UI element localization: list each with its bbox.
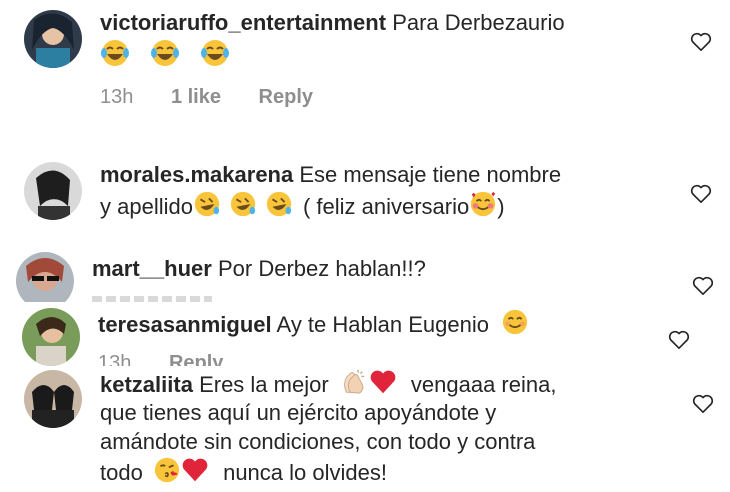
heart-outline-icon[interactable] <box>668 330 690 350</box>
avatar-teresasanmiguel[interactable] <box>22 308 80 366</box>
blowing-kiss-emoji <box>153 456 181 484</box>
rolling-laughing-emoji <box>193 190 221 218</box>
comment-text: ketzaliita Eres la mejor vengaaa reina, <box>100 368 556 400</box>
timestamp: 13h <box>98 352 132 366</box>
heart-outline-icon[interactable] <box>692 394 714 414</box>
laughing-tears-emoji <box>100 38 130 68</box>
rolling-laughing-emoji <box>229 190 257 218</box>
reply-button[interactable]: Reply <box>259 86 313 108</box>
timestamp: 13h <box>100 86 134 108</box>
laughing-tears-emoji <box>200 38 230 68</box>
username[interactable]: teresasanmiguel <box>98 312 272 337</box>
comment-text-line: que tienes aquí un ejército apoyándote y <box>100 400 497 425</box>
avatar-ketzaliita[interactable] <box>24 370 82 428</box>
comment-text-line: todo nunca lo olvides! <box>100 456 387 488</box>
comment-clipped: mart__huer Por Derbez hablan!!? <box>0 246 730 302</box>
comment-clipped: teresasanmiguel Ay te Hablan Eugenio 13h… <box>0 300 730 366</box>
comment-body: Ay te Hablan Eugenio <box>276 312 489 337</box>
username[interactable]: ketzaliita <box>100 372 193 397</box>
comment-text: mart__huer Por Derbez hablan!!? <box>92 254 426 284</box>
red-heart-emoji <box>369 368 397 396</box>
likes-count[interactable]: 1 like <box>171 86 221 108</box>
comment-body: nunca lo olvides! <box>223 460 387 485</box>
comment-text: teresasanmiguel Ay te Hablan Eugenio <box>98 308 529 340</box>
comment-body: y apellido <box>100 194 193 219</box>
heart-outline-icon[interactable] <box>690 32 712 52</box>
avatar-morales-makarena[interactable] <box>24 162 82 220</box>
username[interactable]: victoriaruffo_entertainment <box>100 10 386 35</box>
laughing-tears-emoji <box>150 38 180 68</box>
comment-body: Por Derbez hablan!!? <box>217 256 426 281</box>
comment-body: ( feliz aniversario <box>302 194 470 219</box>
comment-body: Para Derbezaurio <box>392 10 565 35</box>
avatar-victoriaruffo[interactable] <box>24 10 82 68</box>
heart-outline-icon[interactable] <box>690 184 712 204</box>
reply-button[interactable]: Reply <box>169 352 223 366</box>
comment-text: victoriaruffo_entertainment Para Derbeza… <box>100 8 565 38</box>
comment-body: vengaaa reina, <box>410 372 557 397</box>
username[interactable]: morales.makarena <box>100 162 293 187</box>
comment-text-line: amándote sin condiciones, con todo y con… <box>100 429 536 454</box>
comment-body: todo <box>100 460 143 485</box>
heart-outline-icon[interactable] <box>692 276 714 296</box>
username[interactable]: mart__huer <box>92 256 212 281</box>
comment-meta: 13h Reply <box>98 352 255 366</box>
comment-body: Eres la mejor <box>199 372 329 397</box>
comment-text: morales.makarena Ese mensaje tiene nombr… <box>100 160 561 190</box>
comment-body: Ese mensaje tiene nombre <box>299 162 562 187</box>
comment-meta: 13h 1 like Reply <box>100 86 345 109</box>
red-heart-emoji <box>181 456 209 484</box>
comment-text-line: y apellido ( feliz aniversario) <box>100 190 505 222</box>
rolling-laughing-emoji <box>265 190 293 218</box>
clapping-hands-emoji <box>339 368 367 396</box>
comment-body: ) <box>497 194 505 219</box>
avatar-mart-huer[interactable] <box>16 252 74 302</box>
emoji-row <box>100 38 230 72</box>
smiling-emoji <box>501 308 529 336</box>
smiling-hearts-emoji <box>469 190 497 218</box>
